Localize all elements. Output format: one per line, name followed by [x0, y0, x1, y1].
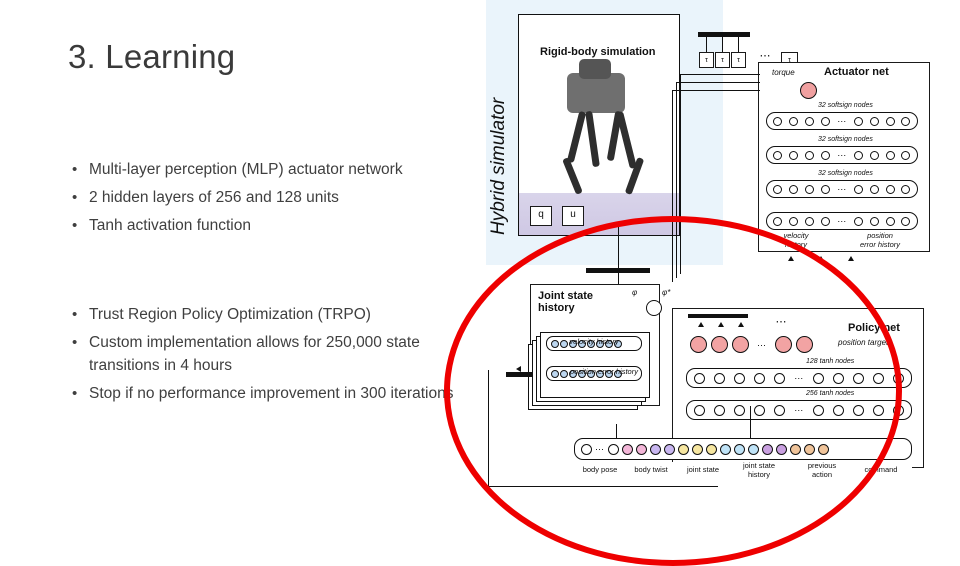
torque-label: torque	[772, 68, 795, 77]
robot-leg	[566, 110, 587, 164]
node	[789, 216, 799, 226]
node	[821, 150, 831, 160]
hybrid-simulator-label: Hybrid simulator	[488, 97, 509, 235]
bullet-text: Custom implementation allows for 250,000…	[89, 334, 420, 374]
softsign-layer-2: ⋯	[766, 146, 918, 164]
tau-ellipsis: ⋯	[759, 50, 771, 62]
row-ellipsis: ⋯	[837, 184, 847, 194]
list-item: • Stop if no performance improvement in …	[72, 382, 467, 405]
list-item: • Tanh activation function	[72, 214, 462, 237]
node	[853, 184, 863, 194]
node	[901, 116, 911, 126]
actuator-input-layer: ⋯	[766, 212, 918, 230]
node	[885, 116, 895, 126]
node	[805, 150, 815, 160]
bullet-marker: •	[72, 306, 78, 323]
position-error-history-input-label: position error history	[859, 231, 900, 249]
node	[853, 216, 863, 226]
node	[901, 150, 911, 160]
tau-3-label: τ	[737, 55, 740, 64]
row-ellipsis: ⋯	[837, 116, 847, 126]
robot-head	[579, 59, 611, 79]
node	[821, 116, 831, 126]
node	[821, 184, 831, 194]
list-item: • Custom implementation allows for 250,0…	[72, 331, 467, 377]
torque-output-node	[800, 82, 817, 99]
softsign-layer-3: ⋯	[766, 180, 918, 198]
bullet-marker: •	[72, 385, 78, 402]
list-item: • Multi-layer perception (MLP) actuator …	[72, 158, 462, 181]
arrow-icon	[848, 256, 854, 261]
robot-leg	[585, 110, 600, 168]
red-highlight-circle	[444, 216, 902, 566]
node	[901, 184, 911, 194]
actuator-net-label: Actuator net	[824, 66, 889, 78]
list-item: • 2 hidden layers of 256 and 128 units	[72, 186, 462, 209]
u-label: u	[570, 209, 576, 220]
tau-2-label: τ	[721, 55, 724, 64]
row-ellipsis: ⋯	[837, 150, 847, 160]
node	[901, 216, 911, 226]
node	[773, 184, 783, 194]
bullet-text: Trust Region Policy Optimization (TRPO)	[89, 306, 371, 323]
node	[821, 216, 831, 226]
node	[853, 150, 863, 160]
bullet-text: Stop if no performance improvement in 30…	[89, 385, 454, 402]
bullet-marker: •	[72, 334, 78, 351]
softsign-layer-1: ⋯	[766, 112, 918, 130]
bullet-marker: •	[72, 189, 78, 206]
node	[789, 150, 799, 160]
node	[885, 150, 895, 160]
node	[805, 216, 815, 226]
softsign-row-label-1: 32 softsign nodes	[818, 102, 873, 109]
robot-leg	[562, 157, 583, 195]
row-ellipsis: ⋯	[837, 216, 847, 226]
node	[869, 184, 879, 194]
node	[869, 150, 879, 160]
node	[773, 116, 783, 126]
node	[773, 216, 783, 226]
bullet-marker: •	[72, 217, 78, 234]
bullet-marker: •	[72, 161, 78, 178]
slide: 3. Learning • Multi-layer perception (ML…	[0, 0, 960, 566]
node	[773, 150, 783, 160]
node	[789, 184, 799, 194]
route-line	[680, 74, 760, 76]
node	[869, 116, 879, 126]
node	[853, 116, 863, 126]
robot-torso	[567, 73, 625, 113]
bullet-text: 2 hidden layers of 256 and 128 units	[89, 189, 339, 206]
list-item: • Trust Region Policy Optimization (TRPO…	[72, 303, 467, 326]
softsign-row-label-3: 32 softsign nodes	[818, 170, 873, 177]
bullet-group-2: • Trust Region Policy Optimization (TRPO…	[72, 303, 467, 410]
bullet-text: Tanh activation function	[89, 217, 251, 234]
node	[885, 184, 895, 194]
node	[805, 184, 815, 194]
page-title: 3. Learning	[68, 38, 236, 75]
node	[805, 116, 815, 126]
robot-leg	[616, 111, 637, 169]
rigid-body-sim-label: Rigid-body simulation	[540, 46, 656, 58]
node	[885, 216, 895, 226]
node	[869, 216, 879, 226]
route-line	[676, 82, 760, 84]
bullet-text: Multi-layer perception (MLP) actuator ne…	[89, 161, 403, 178]
softsign-row-label-2: 32 softsign nodes	[818, 136, 873, 143]
route-line	[672, 90, 760, 92]
q-label: q	[538, 209, 544, 220]
bullet-group-1: • Multi-layer perception (MLP) actuator …	[72, 158, 462, 242]
tau-1-label: τ	[705, 55, 708, 64]
node	[789, 116, 799, 126]
